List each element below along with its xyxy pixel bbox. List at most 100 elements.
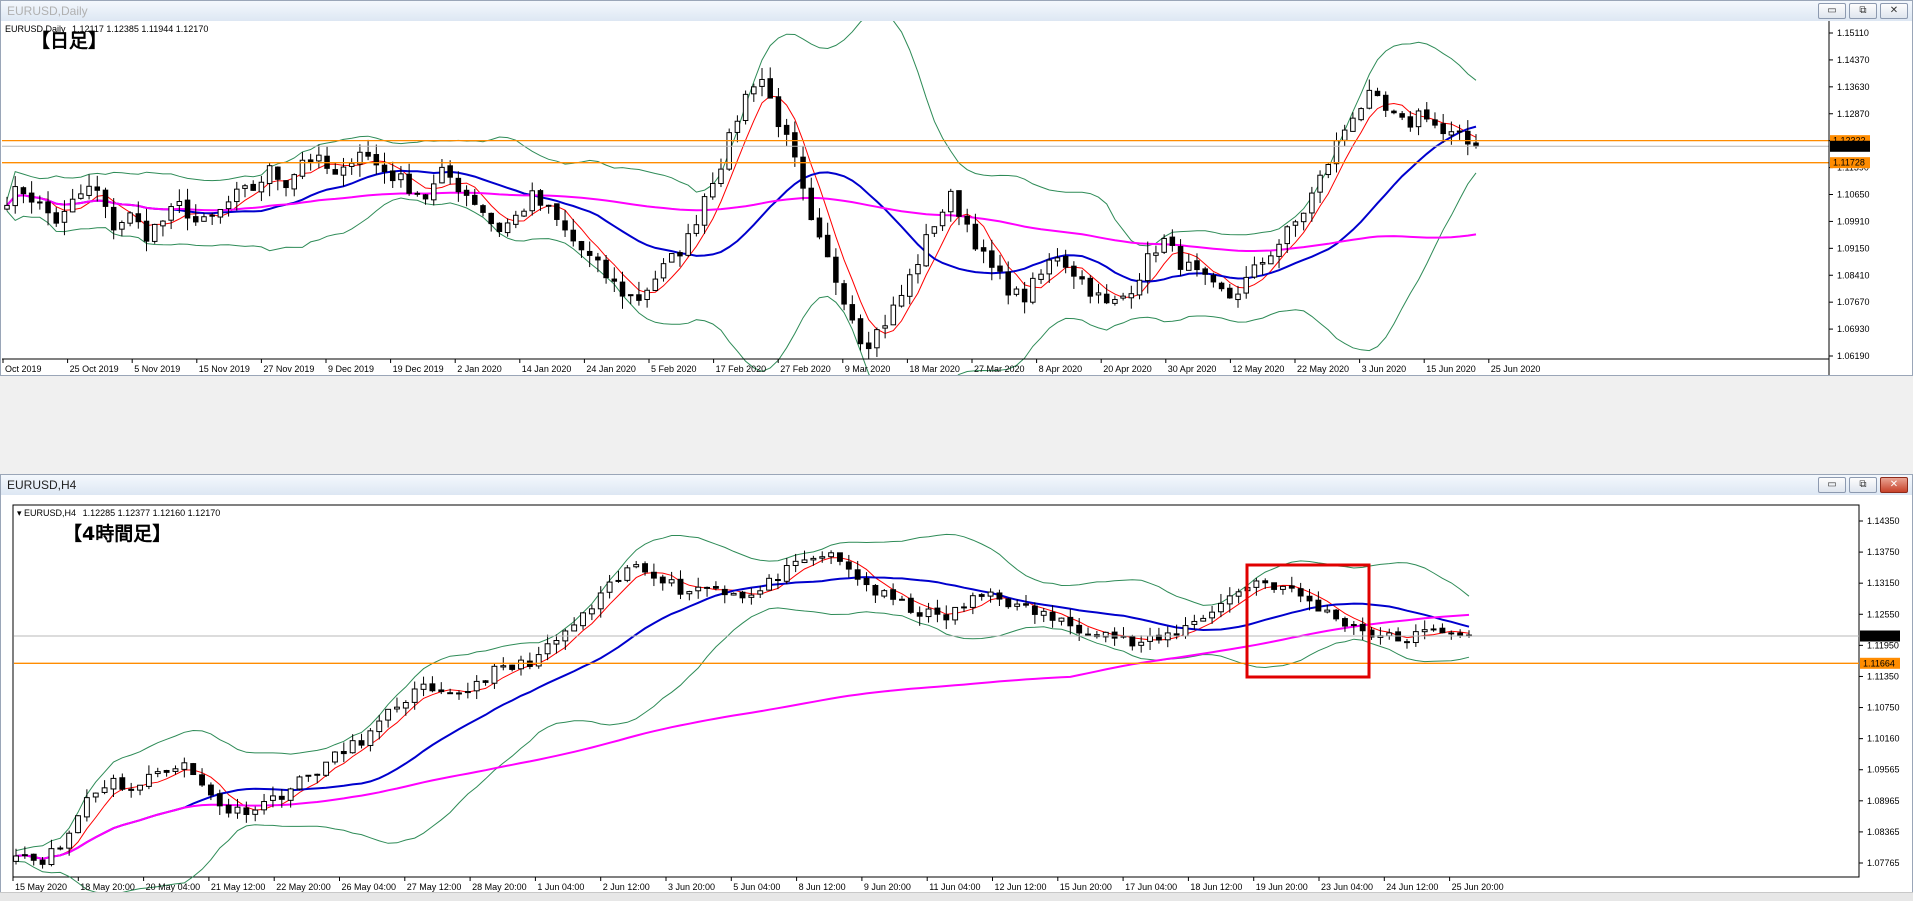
chart-symbol-label: ▾ EURUSD,H4 1.12285 1.12377 1.12160 1.12… xyxy=(17,508,220,518)
x-tick-label: 9 Mar 2020 xyxy=(845,364,891,374)
x-tick-label: 25 Oct 2019 xyxy=(70,364,119,374)
candle xyxy=(323,761,330,778)
y-tick-label: 1.12550 xyxy=(1867,609,1900,619)
x-tick-label: 18 Mar 2020 xyxy=(909,364,960,374)
candle xyxy=(726,128,732,171)
x-tick-label: 27 Feb 2020 xyxy=(780,364,831,374)
price-label: 1.12170 xyxy=(1860,630,1900,642)
x-tick-label: 25 Jun 20:00 xyxy=(1452,882,1504,892)
y-tick-label: 1.10160 xyxy=(1867,734,1900,744)
svg-text:1.11664: 1.11664 xyxy=(1863,658,1895,668)
y-tick-label: 1.07670 xyxy=(1837,297,1870,307)
x-tick-label: 17 Feb 2020 xyxy=(716,364,767,374)
candle xyxy=(1358,107,1364,122)
x-tick-label: 17 Jun 04:00 xyxy=(1125,882,1177,892)
x-tick-label: 23 Jun 04:00 xyxy=(1321,882,1373,892)
close-button[interactable]: ✕ xyxy=(1880,3,1908,19)
x-tick-label: 2 Jun 12:00 xyxy=(603,882,650,892)
chart-window-h4[interactable]: EURUSD,H4 ▭ ⧉ ✕ 1.14350 1.13750 1.13150 1.1… xyxy=(0,474,1913,900)
close-button[interactable]: ✕ xyxy=(1880,477,1908,493)
y-tick-label: 1.06930 xyxy=(1837,324,1870,334)
x-tick-label: 11 Jun 04:00 xyxy=(929,882,980,892)
x-tick-label: 15 Jun 20:00 xyxy=(1060,882,1112,892)
chart-background xyxy=(1,495,1912,893)
y-tick-label: 1.14370 xyxy=(1837,55,1870,65)
y-tick-label: 1.13750 xyxy=(1867,547,1900,557)
ohlc-text: 1.12285 1.12377 1.12160 1.12170 xyxy=(83,508,221,518)
window-title: EURUSD,Daily xyxy=(7,4,88,18)
x-tick-label: 15 Nov 2019 xyxy=(199,364,250,374)
timeframe-annotation: 【4時間足】 xyxy=(63,522,171,545)
price-label: 1.11728 xyxy=(1830,157,1870,169)
x-tick-label: 5 Nov 2019 xyxy=(134,364,180,374)
candle xyxy=(151,223,158,244)
y-tick-label: 1.11950 xyxy=(1867,640,1899,650)
price-label: 1.11664 xyxy=(1860,657,1900,669)
y-tick-label: 1.13630 xyxy=(1837,82,1870,92)
y-tick-label: 1.09910 xyxy=(1837,216,1870,226)
chart-window-daily[interactable]: EURUSD,Daily ▭ ⧉ ✕ 1.15110 1.14370 1.13630… xyxy=(0,0,1913,376)
dropdown-arrow-icon: ▾ xyxy=(17,508,22,518)
y-tick-label: 1.14350 xyxy=(1867,516,1900,526)
y-tick-label: 1.09150 xyxy=(1837,243,1870,253)
x-tick-label: 3 Jun 20:00 xyxy=(668,882,715,892)
x-tick-label: 12 Jun 12:00 xyxy=(995,882,1047,892)
y-tick-label: 1.06190 xyxy=(1837,351,1870,361)
y-tick-label: 1.08365 xyxy=(1867,827,1900,837)
candle xyxy=(1005,597,1012,609)
x-tick-label: 24 Jan 2020 xyxy=(586,364,636,374)
chart-svg-h4[interactable]: 1.14350 1.13750 1.13150 1.12550 1.11950 1.113… xyxy=(1,495,1912,893)
y-tick-label: 1.10750 xyxy=(1867,703,1900,713)
y-tick-label: 1.11350 xyxy=(1867,671,1899,681)
restore-button[interactable]: ⧉ xyxy=(1849,477,1877,493)
x-tick-label: 26 May 04:00 xyxy=(342,882,397,892)
svg-text:1.12170: 1.12170 xyxy=(1833,141,1866,151)
svg-text:1.11728: 1.11728 xyxy=(1833,158,1865,168)
x-tick-label: 15 Jun 2020 xyxy=(1426,364,1476,374)
x-tick-label: 14 Jan 2020 xyxy=(522,364,572,374)
x-tick-label: 20 May 04:00 xyxy=(146,882,201,892)
x-tick-label: 24 Jun 12:00 xyxy=(1386,882,1438,892)
x-tick-label: 25 Jun 2020 xyxy=(1491,364,1541,374)
price-label: 1.12170 xyxy=(1830,140,1870,152)
candle xyxy=(742,90,749,125)
x-tick-label: 3 Jun 2020 xyxy=(1362,364,1407,374)
x-tick-label: 12 May 2020 xyxy=(1232,364,1284,374)
y-tick-label: 1.13150 xyxy=(1867,578,1900,588)
chart-area-h4[interactable]: 1.14350 1.13750 1.13150 1.12550 1.11950 1.113… xyxy=(1,495,1912,893)
y-tick-label: 1.15110 xyxy=(1837,28,1869,38)
candle xyxy=(190,762,197,776)
x-tick-label: 19 Jun 20:00 xyxy=(1256,882,1308,892)
y-tick-label: 1.08965 xyxy=(1867,796,1900,806)
candle xyxy=(668,253,675,263)
y-tick-label: 1.09565 xyxy=(1867,765,1900,775)
candle xyxy=(75,815,81,834)
candle xyxy=(332,751,338,765)
x-tick-label: 9 Jun 20:00 xyxy=(864,882,911,892)
x-tick-label: 27 Nov 2019 xyxy=(263,364,314,374)
window-titlebar[interactable]: EURUSD,Daily ▭ ⧉ ✕ xyxy=(1,1,1912,22)
x-tick-label: 27 Mar 2020 xyxy=(974,364,1025,374)
x-tick-label: 18 Jun 12:00 xyxy=(1190,882,1242,892)
window-title: EURUSD,H4 xyxy=(7,478,77,492)
x-tick-label: 19 Dec 2019 xyxy=(393,364,444,374)
y-tick-label: 1.10650 xyxy=(1837,190,1870,200)
y-tick-label: 1.08410 xyxy=(1837,270,1870,280)
x-tick-label: 22 May 20:00 xyxy=(276,882,331,892)
x-tick-label: Oct 2019 xyxy=(5,364,42,374)
svg-text:1.12170: 1.12170 xyxy=(1863,631,1896,641)
minimize-button[interactable]: ▭ xyxy=(1818,477,1846,493)
x-tick-label: 21 May 12:00 xyxy=(211,882,266,892)
x-tick-label: 2 Jan 2020 xyxy=(457,364,502,374)
minimize-button[interactable]: ▭ xyxy=(1818,3,1846,19)
x-tick-label: 20 Apr 2020 xyxy=(1103,364,1152,374)
restore-button[interactable]: ⧉ xyxy=(1849,3,1877,19)
chart-svg-daily[interactable]: 1.151101.143701.136301.128701.121701.113… xyxy=(1,21,1912,375)
window-titlebar[interactable]: EURUSD,H4 ▭ ⧉ ✕ xyxy=(1,475,1912,496)
x-tick-label: 28 May 20:00 xyxy=(472,882,527,892)
x-tick-label: 8 Apr 2020 xyxy=(1039,364,1083,374)
chart-area-daily[interactable]: 1.151101.143701.136301.128701.121701.113… xyxy=(1,21,1912,375)
y-tick-label: 1.07765 xyxy=(1867,858,1900,868)
x-tick-label: 5 Feb 2020 xyxy=(651,364,697,374)
x-tick-label: 15 May 2020 xyxy=(15,882,67,892)
